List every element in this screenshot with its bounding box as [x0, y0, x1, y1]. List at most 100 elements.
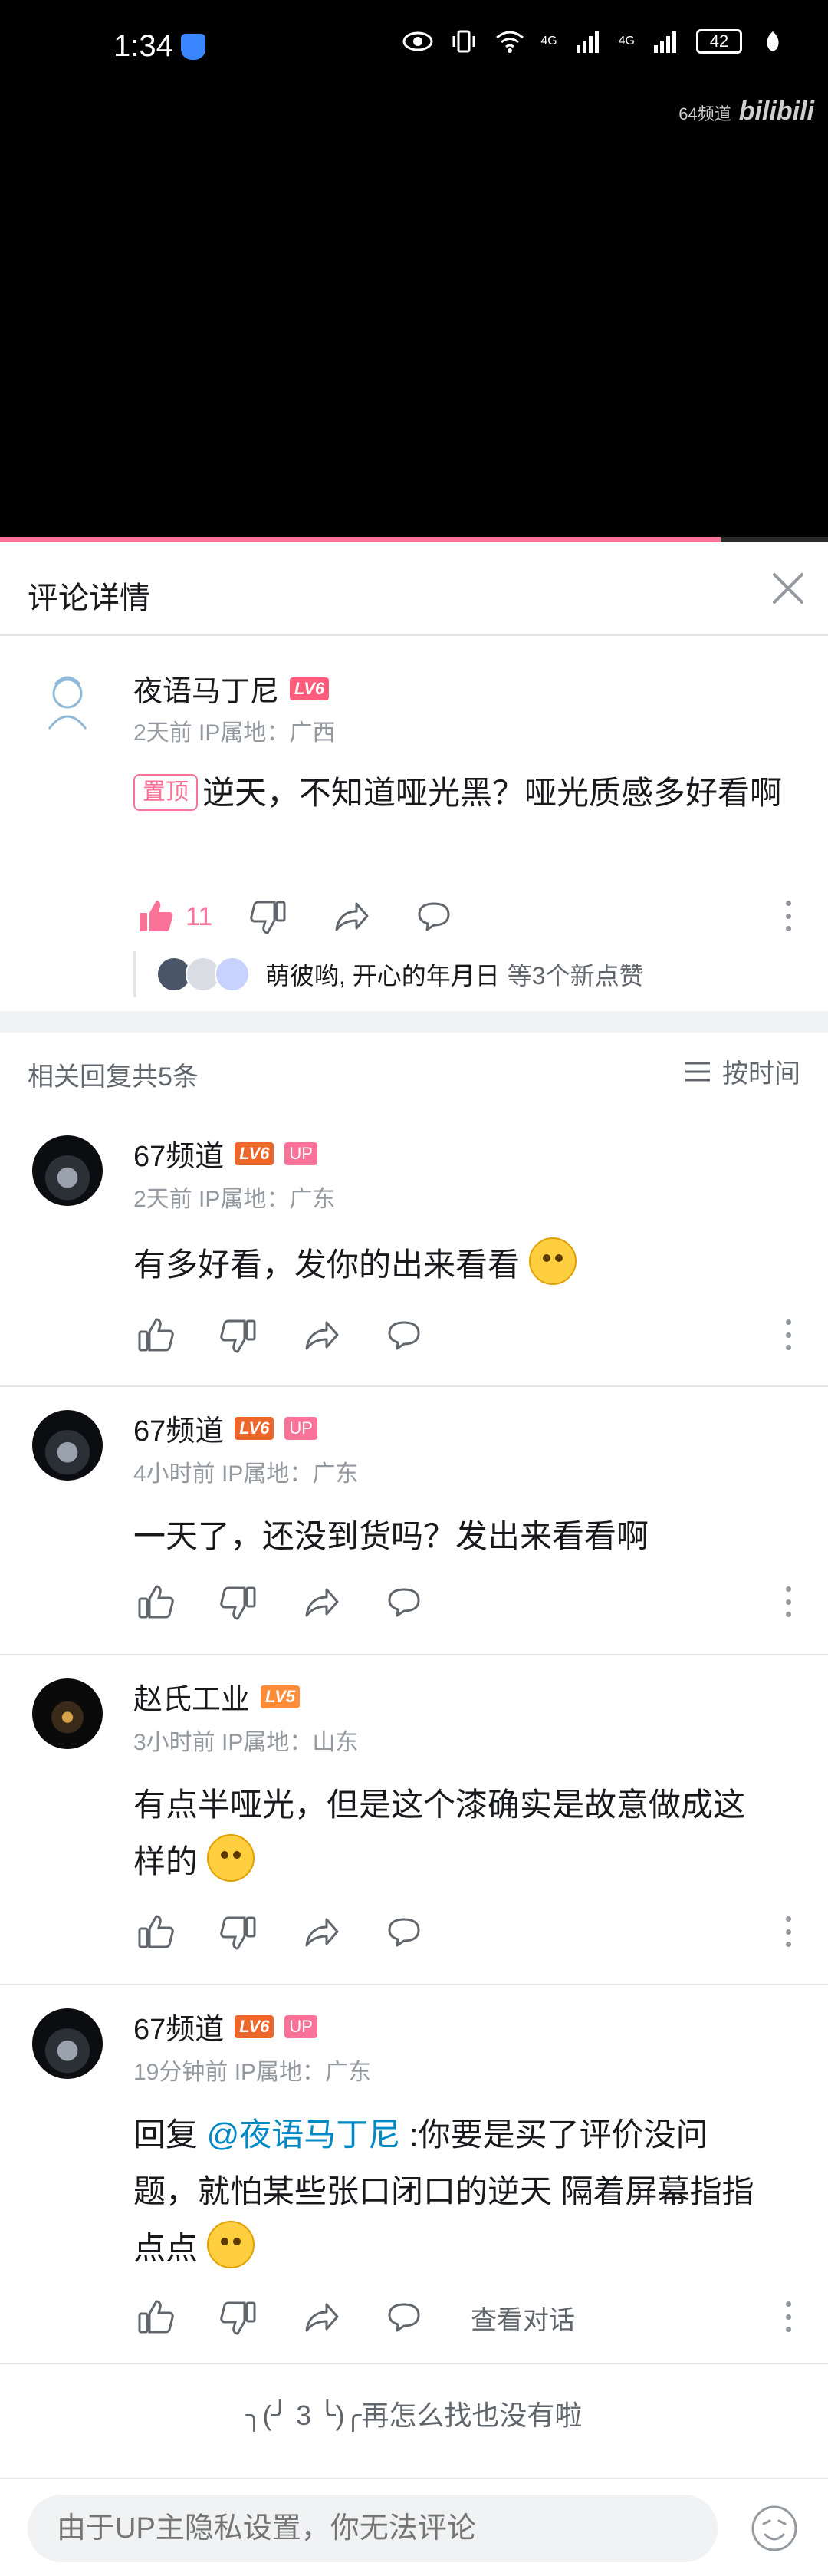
avatar[interactable] — [32, 1135, 103, 1206]
avatar[interactable] — [32, 664, 103, 735]
close-button[interactable] — [765, 565, 811, 611]
signal-a-icon — [573, 29, 603, 54]
reply-prefix: 回复 — [133, 2116, 207, 2153]
comment-text-line: 样的 — [133, 1843, 199, 1879]
comment-bubble-icon — [388, 1918, 420, 1947]
more-options-button[interactable] — [780, 893, 796, 939]
thumbs-up-icon — [138, 1915, 174, 1948]
username-row: 67频道 LV6 UP — [133, 1407, 317, 1449]
reply-button[interactable] — [382, 1580, 426, 1625]
comment-meta: 4小时前 IP属地：广东 — [133, 1461, 359, 1487]
comment-text: 一天了，还没到货吗？发出来看看啊 — [133, 1518, 649, 1554]
share-icon — [335, 902, 369, 931]
share-button[interactable] — [299, 1313, 343, 1358]
comment-text-block: 回复 @夜语马丁尼 :你要是买了评价没问 题，就怕某些张口闭口的逆天 隔着屏幕指… — [133, 2107, 800, 2277]
battery-icon: 42 — [696, 29, 742, 54]
like-button[interactable] — [133, 2295, 178, 2340]
video-progress-fill — [0, 537, 721, 542]
section-divider — [0, 1011, 828, 1033]
username[interactable]: 67频道 — [133, 1132, 224, 1174]
username[interactable]: 夜语马丁尼 — [133, 667, 279, 710]
video-player[interactable]: 1:34 4G 4G 42 64频道 bilibili — [0, 0, 828, 542]
thumbs-down-icon — [220, 1916, 256, 1950]
share-button[interactable] — [299, 1910, 343, 1955]
reply-button[interactable] — [382, 1313, 426, 1358]
divider — [0, 1385, 828, 1387]
comment-bubble-icon — [418, 902, 450, 931]
sort-list-icon — [685, 1062, 710, 1081]
pinned-badge: 置顶 — [133, 774, 198, 811]
dislike-button[interactable] — [216, 1580, 261, 1625]
level-badge: LV6 — [290, 677, 330, 700]
up-badge: UP — [284, 1416, 317, 1440]
comment-input-container — [28, 2495, 718, 2562]
username-row: 夜语马丁尼 LV6 — [133, 667, 330, 710]
video-progress-bar[interactable] — [0, 537, 828, 542]
like-button[interactable] — [133, 1313, 178, 1358]
comment-input-bar — [0, 2478, 828, 2576]
share-button[interactable] — [299, 2295, 343, 2340]
comment-meta: 3小时前 IP属地：山东 — [133, 1730, 359, 1755]
thumbs-up-icon — [138, 2300, 174, 2334]
comment-bubble-icon — [388, 1321, 420, 1350]
share-icon — [305, 2303, 339, 2332]
share-icon — [305, 1918, 339, 1947]
username-row: 67频道 LV6 UP — [133, 1132, 317, 1174]
username[interactable]: 67频道 — [133, 1407, 224, 1449]
sort-button[interactable]: 按时间 — [684, 1052, 800, 1090]
see-conversation-button[interactable]: 查看对话 — [471, 2299, 575, 2337]
comment-input[interactable] — [28, 2495, 718, 2562]
share-icon — [305, 1588, 339, 1617]
share-button[interactable] — [329, 894, 373, 939]
comment-actions: 11 — [133, 894, 495, 939]
avatar[interactable] — [32, 2008, 103, 2079]
comment-text: 逆天，不知道哑光黑？哑光质感多好看啊 — [202, 775, 783, 811]
reply-button[interactable] — [382, 1910, 426, 1955]
like-button[interactable] — [133, 1910, 178, 1955]
comment-text-block: 置顶 逆天，不知道哑光黑？哑光质感多好看啊 — [133, 765, 800, 822]
avatar[interactable] — [32, 1410, 103, 1481]
divider — [0, 2363, 828, 2364]
signal-b-icon — [650, 29, 681, 54]
avatar[interactable] — [32, 1678, 103, 1749]
reply-button[interactable] — [382, 2295, 426, 2340]
more-options-button[interactable] — [780, 1909, 796, 1955]
comment-text-line: 题，就怕某些张口闭口的逆天 隔着屏幕指指 — [133, 2173, 754, 2209]
likers-summary[interactable]: 萌彼哟, 开心的年月日 等3个新点赞 — [133, 951, 644, 997]
surprised-emoji-icon — [528, 1237, 577, 1285]
smug-emoji-icon — [206, 2221, 255, 2268]
likers-names: 萌彼哟, 开心的年月日 — [265, 962, 500, 990]
level-badge: LV6 — [235, 2014, 274, 2038]
username[interactable]: 赵氏工业 — [133, 1675, 250, 1718]
more-options-button[interactable] — [780, 1579, 796, 1625]
reply-button[interactable] — [412, 894, 456, 939]
share-button[interactable] — [299, 1580, 343, 1625]
watermark-channel: 64频道 — [678, 104, 731, 124]
comment-actions — [133, 1313, 465, 1358]
comment-text-block: 一天了，还没到货吗？发出来看看啊 — [133, 1508, 800, 1565]
comment-bubble-icon — [388, 2303, 420, 2332]
like-button[interactable] — [133, 1580, 178, 1625]
emoji-picker-button[interactable] — [750, 2504, 799, 2553]
comment-actions: 查看对话 — [133, 2295, 575, 2340]
up-badge: UP — [284, 1141, 317, 1165]
mention-link[interactable]: @夜语马丁尼 — [207, 2116, 401, 2153]
liker-avatar — [215, 957, 250, 992]
username-row: 67频道 LV6 UP — [133, 2005, 317, 2047]
signal-a-label: 4G — [540, 35, 557, 48]
wifi-icon — [495, 29, 525, 54]
thumbs-up-icon — [138, 1585, 174, 1619]
dislike-button[interactable] — [216, 1313, 261, 1358]
dislike-button[interactable] — [216, 2295, 261, 2340]
more-options-button[interactable] — [780, 2294, 796, 2340]
dislike-button[interactable] — [246, 894, 291, 939]
more-options-button[interactable] — [780, 1312, 796, 1358]
like-button[interactable] — [133, 894, 178, 939]
dislike-button[interactable] — [216, 1910, 261, 1955]
thumbs-down-icon — [220, 1586, 256, 1620]
comment-meta: 2天前 IP属地：广西 — [133, 720, 336, 746]
emoji-face-icon — [751, 2505, 797, 2551]
panel-header: 评论详情 — [0, 542, 828, 636]
username[interactable]: 67频道 — [133, 2005, 224, 2047]
divider — [0, 1984, 828, 1985]
